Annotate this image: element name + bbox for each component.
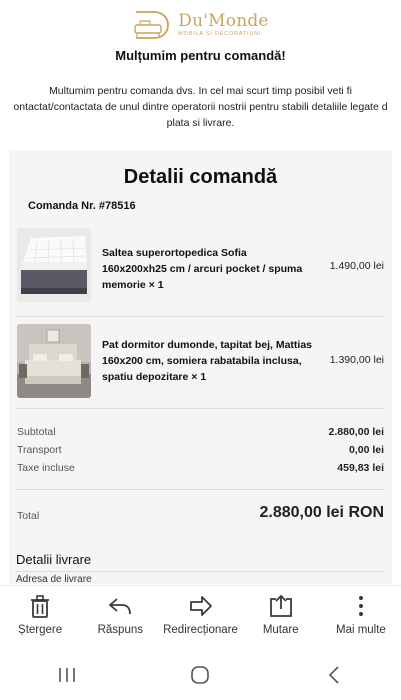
summary-value: 2.880,00 lei bbox=[328, 426, 384, 438]
summary-value: 0,00 lei bbox=[348, 444, 384, 456]
reply-icon bbox=[109, 598, 132, 615]
email-action-bar: Ștergere Răspuns Redirecționare Mutare M… bbox=[0, 585, 401, 647]
total-value: 2.880,00 lei RON bbox=[259, 504, 384, 521]
item-price: 1.490,00 lei bbox=[329, 260, 384, 272]
summary-label: Taxe incluse bbox=[17, 462, 75, 474]
summary-divider bbox=[17, 489, 384, 490]
forward-button[interactable]: Redirecționare bbox=[160, 586, 240, 647]
more-icon bbox=[358, 596, 363, 616]
delete-button[interactable]: Ștergere bbox=[0, 586, 80, 647]
move-button[interactable]: Mutare bbox=[241, 586, 321, 647]
summary-label: Subtotal bbox=[17, 426, 56, 438]
delivery-title: Detalii livrare bbox=[16, 552, 92, 567]
brand-tagline: MOBILA SI DECORATIUNI bbox=[178, 30, 262, 37]
delivery-divider bbox=[16, 571, 385, 572]
back-button[interactable] bbox=[304, 655, 364, 695]
summary-label: Transport bbox=[17, 444, 62, 456]
order-item[interactable]: Saltea superortopedica Sofia 160x200xh25… bbox=[17, 228, 384, 304]
mattress-image[interactable] bbox=[17, 228, 91, 302]
order-item[interactable]: Pat dormitor dumonde, tapitat bej, Matti… bbox=[17, 324, 384, 400]
delete-label: Ștergere bbox=[18, 624, 63, 636]
brand-logo: Du'Monde MOBILA SI DECORATIUNI bbox=[0, 8, 401, 42]
recent-apps-button[interactable] bbox=[37, 655, 97, 695]
more-label: Mai multe bbox=[335, 624, 386, 636]
thanks-title: Mulțumim pentru comandă! bbox=[115, 48, 286, 63]
item-price: 1.390,00 lei bbox=[329, 354, 384, 366]
forward-label: Redirecționare bbox=[163, 624, 238, 636]
back-icon bbox=[329, 666, 339, 684]
move-icon bbox=[269, 594, 292, 617]
home-button[interactable] bbox=[170, 655, 230, 695]
item-divider bbox=[17, 316, 384, 317]
order-number: Comanda Nr. #78516 bbox=[28, 200, 136, 212]
item-divider bbox=[17, 408, 384, 409]
total-label: Total bbox=[17, 510, 40, 522]
more-button[interactable]: Mai multe bbox=[321, 586, 401, 647]
item-name[interactable]: Saltea superortopedica Sofia 160x200xh25… bbox=[102, 246, 312, 293]
order-details-title: Detalii comandă bbox=[123, 166, 278, 188]
forward-icon bbox=[189, 596, 212, 616]
brand-name: Du'Monde bbox=[178, 10, 269, 31]
reply-button[interactable]: Răspuns bbox=[80, 586, 160, 647]
summary-value: 459,83 lei bbox=[337, 462, 384, 474]
trash-icon bbox=[31, 595, 50, 618]
logo-icon bbox=[134, 11, 170, 39]
delivery-address-label: Adresa de livrare bbox=[16, 574, 92, 585]
order-details-card: Detalii comandă Comanda Nr. #78516 Salte… bbox=[9, 150, 392, 584]
reply-label: Răspuns bbox=[97, 624, 143, 636]
system-navigation-bar bbox=[0, 650, 401, 700]
item-name[interactable]: Pat dormitor dumonde, tapitat bej, Matti… bbox=[102, 338, 312, 385]
bed-image[interactable] bbox=[17, 324, 91, 398]
thanks-message: Multumim pentru comanda dvs. In cel mai … bbox=[13, 85, 388, 129]
home-icon bbox=[191, 666, 210, 684]
move-label: Mutare bbox=[262, 624, 299, 636]
recent-apps-icon bbox=[59, 668, 75, 682]
